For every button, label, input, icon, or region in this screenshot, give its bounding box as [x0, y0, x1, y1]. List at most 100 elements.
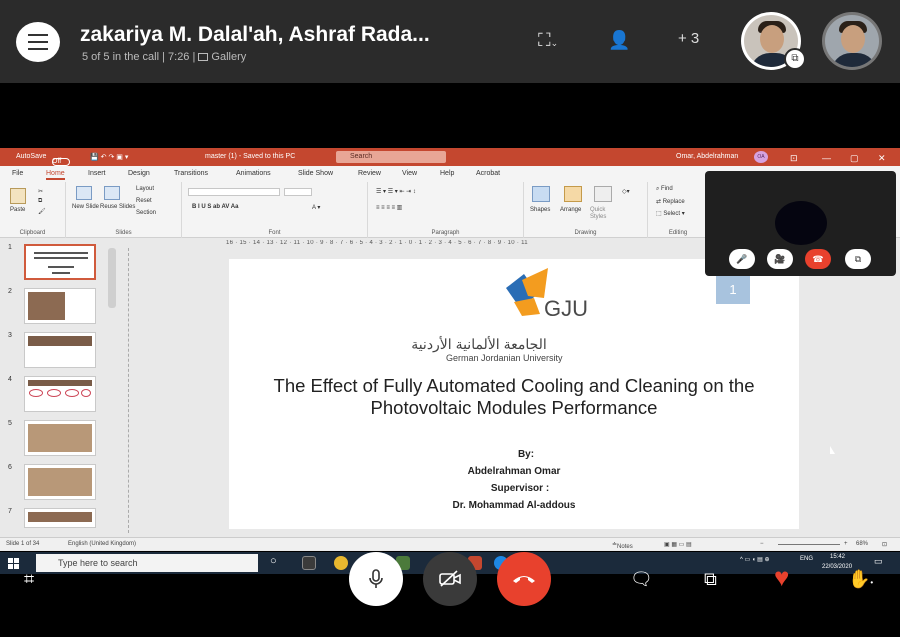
fit-slide-icon[interactable]: ⊡	[882, 541, 887, 548]
mini-end-call-icon[interactable]: ☎	[805, 249, 831, 269]
thumbnail-slide-6[interactable]	[24, 464, 96, 500]
bullets-icon[interactable]: ☰ ▾ ☰ ▾ ⇤ ⇥ ↕	[376, 188, 416, 195]
tab-home[interactable]: Home	[46, 170, 65, 180]
thumbnail-slide-5[interactable]	[24, 420, 96, 456]
mini-popout-icon[interactable]: ⧉	[845, 249, 871, 269]
minimize-icon[interactable]: —	[822, 153, 831, 163]
add-participant-icon[interactable]: 👤	[608, 30, 630, 51]
zoom-slider[interactable]	[778, 544, 840, 545]
chat-icon[interactable]: 🗨	[630, 569, 653, 590]
font-name-select[interactable]	[188, 188, 280, 196]
font-color-icon[interactable]: A ▾	[312, 204, 320, 211]
supervisor-label: Supervisor :	[490, 483, 550, 494]
tab-transitions[interactable]: Transitions	[174, 170, 208, 177]
quick-styles-button[interactable]: Quick Styles	[590, 207, 620, 221]
shapes-button[interactable]: Shapes	[530, 207, 550, 213]
supervisor-name: Dr. Mohammad Al-addous	[452, 500, 576, 511]
tray-time[interactable]: 15:42	[830, 554, 845, 560]
font-size-select[interactable]	[284, 188, 312, 196]
tab-animations[interactable]: Animations	[236, 170, 271, 177]
tab-file[interactable]: File	[12, 170, 23, 177]
language-status[interactable]: English (United Kingdom)	[68, 541, 136, 547]
thumbnail-slide-4[interactable]	[24, 376, 96, 412]
thumbnail-scrollbar[interactable]	[108, 248, 116, 308]
replace-button[interactable]: ⇄ Replace	[656, 198, 685, 205]
cut-icon[interactable]: ✂	[38, 188, 43, 195]
find-button[interactable]: ⌕ Find	[656, 186, 673, 193]
taskview-app-icon[interactable]	[302, 556, 316, 570]
add-more-button[interactable]: + 3	[678, 30, 699, 47]
align-icons[interactable]: ≡ ≡ ≡ ≡ ▥	[376, 204, 402, 211]
arrange-button[interactable]: Arrange	[560, 207, 581, 213]
self-view-panel[interactable]: 🎤 🎥 ☎ ⧉	[705, 171, 896, 276]
new-slide-button[interactable]: New Slide	[72, 204, 99, 210]
screenshot-icon[interactable]: ⌗	[24, 569, 34, 590]
mini-camera-icon[interactable]: 🎥	[767, 249, 793, 269]
tab-help[interactable]: Help	[440, 170, 454, 177]
new-slide-icon[interactable]	[76, 186, 92, 200]
end-call-button[interactable]	[497, 552, 551, 606]
taskbar-search-input[interactable]: Type here to search	[36, 554, 258, 572]
microphone-button[interactable]	[349, 552, 403, 606]
avatar[interactable]	[822, 12, 882, 70]
tab-design[interactable]: Design	[128, 170, 150, 177]
layout-button[interactable]: Layout	[136, 186, 154, 192]
quick-access-icons[interactable]: 💾 ↶ ↷ ▣ ▾	[90, 153, 128, 161]
author-name: Abdelrahman Omar	[467, 466, 561, 477]
reset-button[interactable]: Reset	[136, 198, 152, 204]
ribbon-display-icon[interactable]: ⊡	[790, 153, 798, 164]
tab-acrobat[interactable]: Acrobat	[476, 170, 500, 177]
arrange-icon[interactable]	[564, 186, 582, 202]
tab-slide-show[interactable]: Slide Show	[298, 170, 333, 177]
tab-review[interactable]: Review	[358, 170, 381, 177]
notification-icon[interactable]: ▭	[874, 556, 883, 567]
copy-icon[interactable]: ⧉	[38, 198, 42, 205]
reuse-slides-icon[interactable]	[104, 186, 120, 200]
tray-language[interactable]: ENG	[800, 556, 813, 562]
self-video	[775, 201, 827, 245]
ppt-search-input[interactable]: Search	[336, 151, 446, 163]
heart-reaction-icon[interactable]: ♥	[774, 562, 789, 593]
windows-start-icon[interactable]	[8, 558, 19, 569]
camera-off-icon	[439, 570, 461, 587]
mini-mic-icon[interactable]: 🎤	[729, 249, 755, 269]
screen-layout-icon[interactable]: ⛶⌄	[538, 30, 558, 51]
drawing-group: Shapes Arrange Quick Styles ◇▾ Drawing	[524, 182, 648, 238]
format-painter-icon[interactable]: 🖌	[38, 208, 46, 215]
user-initials-badge[interactable]: OA	[754, 151, 768, 163]
tray-icons[interactable]: ^ ▭ ◖ ▤ ⊕	[740, 556, 769, 563]
camera-button[interactable]	[423, 552, 477, 606]
slide-canvas[interactable]: GJU الجامعة الألمانية الأردنية German Jo…	[229, 259, 799, 529]
bold-button[interactable]: B I U S ab AV Aa	[192, 204, 238, 210]
thumbnail-slide-2[interactable]	[24, 288, 96, 324]
tab-insert[interactable]: Insert	[88, 170, 106, 177]
reuse-slides-button[interactable]: Reuse Slides	[100, 204, 135, 210]
thumbnail-slide-1[interactable]	[24, 244, 96, 280]
chrome-icon[interactable]	[334, 556, 348, 570]
notes-button[interactable]: ≐ Notes	[612, 541, 633, 550]
zoom-out-icon[interactable]: −	[760, 541, 764, 547]
close-icon[interactable]: ✕	[878, 153, 886, 164]
view-mode-label[interactable]: Gallery	[211, 51, 246, 63]
maximize-icon[interactable]: ▢	[850, 153, 859, 164]
gju-logo: GJU	[506, 268, 588, 321]
thumbnail-slide-3[interactable]	[24, 332, 96, 368]
hamburger-menu-button[interactable]	[16, 22, 60, 62]
view-buttons[interactable]: ▣ ▦ ▭ ▤	[664, 541, 692, 548]
tab-view[interactable]: View	[402, 170, 417, 177]
paste-button[interactable]: Paste	[10, 207, 25, 213]
paste-icon[interactable]	[10, 188, 26, 204]
quick-styles-icon[interactable]	[594, 186, 612, 202]
thumbnail-slide-7[interactable]	[24, 508, 96, 528]
zoom-in-icon[interactable]: +	[844, 541, 848, 547]
select-button[interactable]: ⬚ Select ▾	[656, 210, 685, 217]
zoom-level[interactable]: 68%	[856, 541, 868, 547]
group-label: Clipboard	[19, 230, 46, 236]
more-options-icon[interactable]: ✋•	[848, 569, 873, 590]
skype-call-window: zakariya M. Dalal'ah, Ashraf Rada... 5 o…	[0, 0, 900, 637]
shapes-icon[interactable]	[532, 186, 550, 202]
shape-fill-icon[interactable]: ◇▾	[622, 188, 630, 195]
share-screen-icon[interactable]: ⧉	[704, 569, 717, 590]
task-view-icon[interactable]: ○	[270, 555, 277, 567]
section-button[interactable]: Section	[136, 210, 156, 216]
